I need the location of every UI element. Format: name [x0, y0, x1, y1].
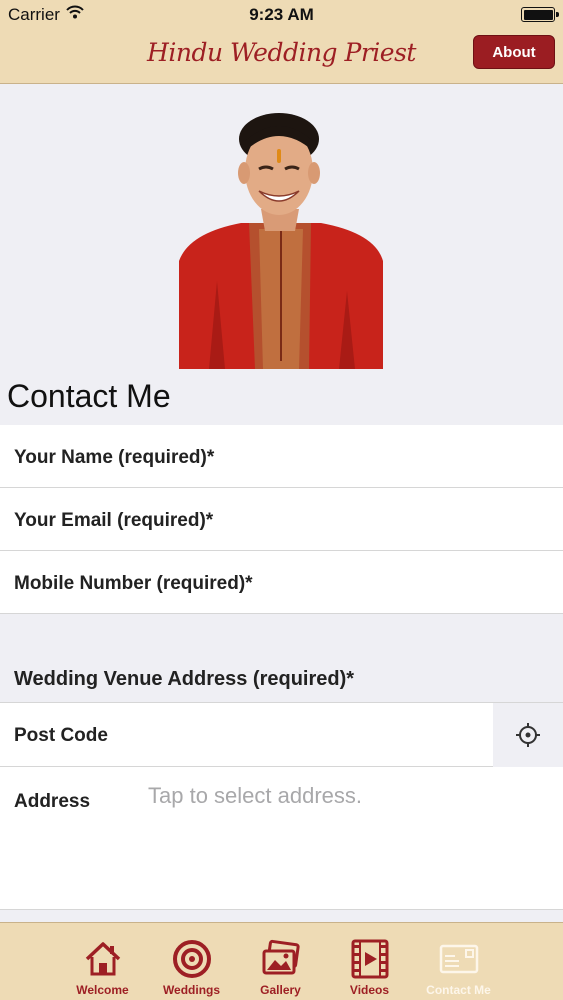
email-field[interactable]: Your Email (required)* — [0, 488, 563, 551]
postcode-field-label: Post Code — [14, 725, 108, 746]
tab-videos[interactable]: Videos — [325, 923, 414, 1000]
tab-welcome[interactable]: Welcome — [58, 923, 147, 1000]
home-icon — [85, 942, 121, 976]
profile-header: Contact Me — [0, 85, 563, 425]
mobile-field-label: Mobile Number (required)* — [14, 573, 253, 594]
name-field-label: Your Name (required)* — [14, 447, 215, 468]
battery-icon — [521, 7, 559, 22]
tab-gallery[interactable]: Gallery — [236, 923, 325, 1000]
about-button[interactable]: About — [473, 35, 555, 69]
tab-gallery-label: Gallery — [260, 983, 301, 997]
venue-section-header: Wedding Venue Address (required)* — [14, 668, 355, 690]
tab-videos-label: Videos — [349, 983, 390, 997]
address-field-label: Address — [14, 791, 91, 812]
target-icon — [173, 940, 211, 978]
nav-bar: Hindu Wedding Priest About — [0, 30, 563, 84]
name-field[interactable]: Your Name (required)* — [0, 425, 563, 488]
photos-icon — [262, 939, 300, 975]
tab-bar: Welcome Weddings Gallery Videos Contact … — [0, 922, 563, 1000]
status-bar: Carrier 9:23 AM — [0, 0, 563, 30]
profile-photo — [179, 111, 383, 369]
mobile-field[interactable]: Mobile Number (required)* — [0, 551, 563, 614]
tab-weddings[interactable]: Weddings — [147, 923, 236, 1000]
film-icon — [351, 939, 389, 979]
tab-welcome-label: Welcome — [76, 983, 129, 997]
postcard-icon — [439, 944, 479, 974]
crosshair-icon — [516, 723, 540, 747]
tab-contact-me-label: Contact Me — [426, 983, 491, 997]
locate-button[interactable] — [493, 703, 563, 767]
status-time: 9:23 AM — [249, 5, 314, 24]
postcode-field[interactable]: Post Code — [0, 702, 563, 767]
email-field-label: Your Email (required)* — [14, 510, 214, 531]
address-placeholder[interactable]: Tap to select address. — [148, 783, 362, 809]
page-title: Contact Me — [7, 378, 171, 414]
tab-weddings-label: Weddings — [162, 983, 221, 997]
tab-contact-me[interactable]: Contact Me — [414, 923, 503, 1000]
address-field[interactable]: Address Tap to select address. — [0, 767, 563, 910]
